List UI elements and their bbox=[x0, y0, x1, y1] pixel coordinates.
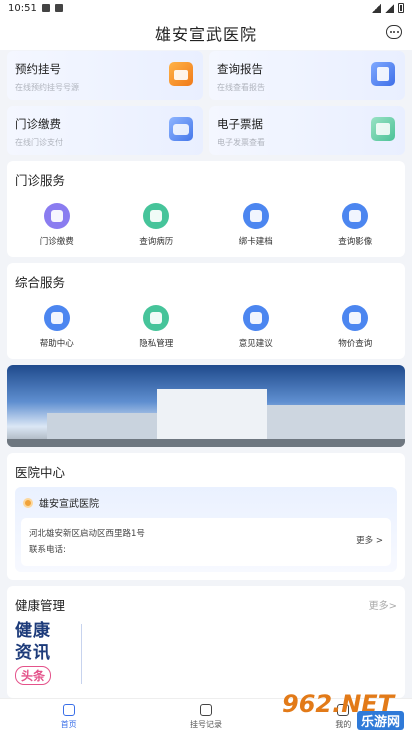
service-label: 隐私管理 bbox=[139, 339, 174, 349]
building-image bbox=[157, 389, 267, 441]
section-title: 综合服务 bbox=[15, 275, 66, 290]
outpatient-services: 门诊服务 门诊缴费 查询病历 绑卡建档 查询影像 bbox=[7, 161, 405, 257]
card-title: 电子票据 bbox=[217, 117, 263, 131]
help-icon bbox=[43, 305, 70, 331]
card-subtitle: 在线查看报告 bbox=[217, 83, 265, 92]
hospital-banner[interactable] bbox=[7, 365, 405, 447]
tab-label: 首页 bbox=[60, 719, 77, 729]
watermark-logo: 962.NET 乐游网 bbox=[278, 690, 408, 732]
invoice-card[interactable]: 电子票据 电子发票查看 bbox=[209, 106, 405, 155]
appointment-card[interactable]: 预约挂号 在线预约挂号号源 bbox=[7, 51, 203, 100]
home-icon bbox=[62, 703, 75, 716]
card-subtitle: 在线门诊支付 bbox=[15, 138, 63, 147]
report-icon bbox=[371, 62, 395, 86]
service-label: 绑卡建档 bbox=[238, 237, 273, 247]
service-bind-card[interactable]: 绑卡建档 bbox=[221, 203, 291, 247]
invoice-icon bbox=[371, 117, 395, 141]
shield-icon bbox=[143, 305, 170, 331]
general-services: 综合服务 帮助中心 隐私管理 意见建议 物价查询 bbox=[7, 263, 405, 359]
app-header: 雄安宣武医院 bbox=[0, 16, 412, 50]
service-label: 帮助中心 bbox=[39, 339, 74, 349]
hospital-logo-icon bbox=[23, 497, 33, 508]
battery-icon bbox=[398, 3, 404, 13]
service-label: 物价查询 bbox=[338, 339, 373, 349]
hospital-name: 雄安宣武医院 bbox=[39, 499, 99, 510]
feedback-icon bbox=[242, 305, 269, 331]
service-help-center[interactable]: 帮助中心 bbox=[22, 305, 92, 349]
tab-label: 挂号记录 bbox=[189, 719, 222, 729]
wifi-icon bbox=[372, 3, 381, 13]
hospital-address: 河北雄安新区启动区西里路1号 bbox=[29, 529, 145, 539]
news-line: 资讯 bbox=[15, 643, 51, 663]
message-icon[interactable] bbox=[386, 25, 402, 39]
divider bbox=[81, 624, 82, 684]
service-query-imaging[interactable]: 查询影像 bbox=[320, 203, 390, 247]
ground-image bbox=[7, 439, 405, 447]
clipboard-icon bbox=[199, 703, 212, 716]
wallet-icon bbox=[169, 117, 193, 141]
status-bar: 10:51 bbox=[0, 0, 412, 16]
tab-home[interactable]: 首页 bbox=[0, 699, 137, 734]
card-title: 门诊缴费 bbox=[15, 117, 61, 131]
hospital-phone: 联系电话: bbox=[29, 545, 66, 555]
section-title: 健康管理 bbox=[15, 598, 66, 613]
service-price-query[interactable]: 物价查询 bbox=[320, 305, 390, 349]
payment-card[interactable]: 门诊缴费 在线门诊支付 bbox=[7, 106, 203, 155]
service-label: 查询影像 bbox=[338, 237, 373, 247]
payment-icon bbox=[43, 203, 70, 229]
service-label: 门诊缴费 bbox=[39, 237, 74, 247]
section-title: 医院中心 bbox=[15, 465, 66, 480]
watermark-sub: 乐游网 bbox=[356, 711, 404, 730]
health-news-banner[interactable]: 健康 资讯 头条 bbox=[15, 620, 82, 698]
service-outpatient-payment[interactable]: 门诊缴费 bbox=[22, 203, 92, 247]
more-link[interactable]: 更多 > bbox=[356, 534, 383, 546]
card-title: 查询报告 bbox=[217, 62, 263, 76]
service-privacy[interactable]: 隐私管理 bbox=[121, 305, 191, 349]
more-link[interactable]: 更多> bbox=[369, 597, 397, 612]
building-image bbox=[47, 413, 157, 441]
service-label: 意见建议 bbox=[238, 339, 273, 349]
price-icon bbox=[342, 305, 369, 331]
news-line: 健康 bbox=[15, 621, 51, 641]
building-image bbox=[267, 405, 405, 441]
page-title: 雄安宣武医院 bbox=[154, 25, 257, 44]
tab-records[interactable]: 挂号记录 bbox=[137, 699, 274, 734]
card-subtitle: 电子发票查看 bbox=[217, 138, 265, 147]
hospital-center: 医院中心 雄安宣武医院 河北雄安新区启动区西里路1号 联系电话: 更多 > bbox=[7, 453, 405, 580]
service-feedback[interactable]: 意见建议 bbox=[221, 305, 291, 349]
report-card[interactable]: 查询报告 在线查看报告 bbox=[209, 51, 405, 100]
calendar-icon bbox=[169, 62, 193, 86]
film-icon bbox=[342, 203, 369, 229]
news-tag: 头条 bbox=[15, 666, 52, 685]
hospital-card[interactable]: 雄安宣武医院 河北雄安新区启动区西里路1号 联系电话: 更多 > bbox=[15, 487, 397, 572]
service-query-records[interactable]: 查询病历 bbox=[121, 203, 191, 247]
app-notification-icon bbox=[54, 4, 63, 12]
record-icon bbox=[143, 203, 170, 229]
card-title: 预约挂号 bbox=[15, 62, 61, 76]
status-time: 10:51 bbox=[8, 2, 37, 14]
card-subtitle: 在线预约挂号号源 bbox=[15, 83, 79, 92]
health-management: 健康管理 更多> 健康 资讯 头条 bbox=[7, 586, 405, 698]
section-title: 门诊服务 bbox=[15, 173, 66, 188]
quick-actions: 预约挂号 在线预约挂号号源 查询报告 在线查看报告 门诊缴费 在线门诊支付 电子… bbox=[0, 51, 412, 155]
signal-icon bbox=[385, 3, 394, 13]
card-icon bbox=[242, 203, 269, 229]
notification-icon bbox=[41, 4, 50, 12]
service-label: 查询病历 bbox=[139, 237, 174, 247]
